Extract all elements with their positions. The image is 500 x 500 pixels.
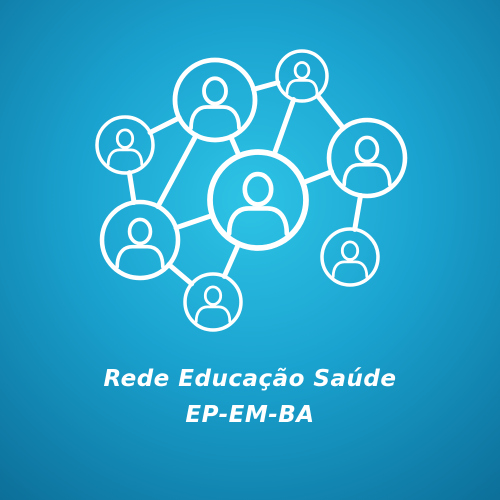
network-link xyxy=(300,169,335,186)
caption-line-2: EP-EM-BA xyxy=(185,402,315,428)
network-link xyxy=(147,115,182,135)
person-node-icon xyxy=(326,117,408,199)
person-node-icon xyxy=(172,57,258,143)
person-node-icon xyxy=(183,272,243,332)
logo-canvas: Rede Educação Saúde EP-EM-BA xyxy=(0,0,500,500)
network-link xyxy=(126,170,137,205)
person-node-icon xyxy=(320,227,380,287)
person-node-icon xyxy=(275,49,329,103)
network-link xyxy=(228,134,242,159)
network-link xyxy=(315,93,346,131)
network-link xyxy=(166,262,195,287)
network-link xyxy=(271,97,297,158)
network-link xyxy=(155,132,199,210)
person-node-icon xyxy=(207,149,309,251)
person-node-icon xyxy=(95,115,155,175)
network-link xyxy=(173,212,216,231)
caption-line-1: Rede Educação Saúde xyxy=(103,366,397,392)
network-link xyxy=(251,80,281,92)
network-link xyxy=(352,192,364,232)
network-link xyxy=(221,241,242,279)
person-node-icon xyxy=(99,199,181,281)
